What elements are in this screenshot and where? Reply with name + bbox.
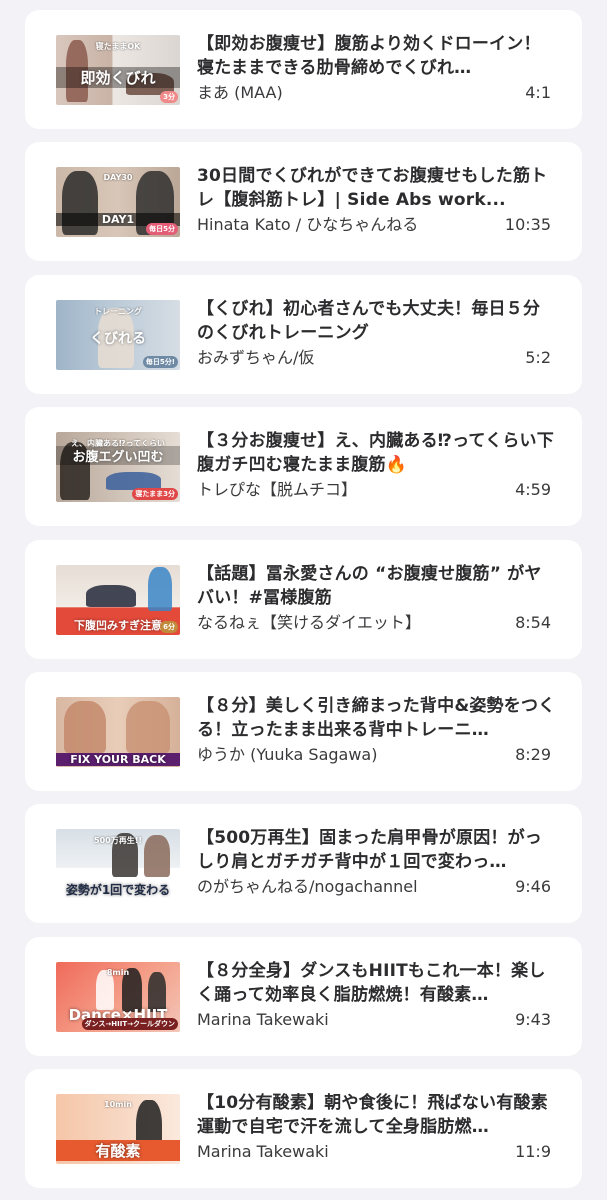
thumbnail-subcaption: 寝たままOK: [95, 42, 141, 51]
thumbnail-subcaption: DAY30: [103, 173, 133, 182]
video-thumbnail[interactable]: トレーニングくびれる毎日5分!: [56, 300, 180, 370]
thumbnail-subcaption: 8min: [106, 968, 130, 977]
video-duration: 9:43: [515, 1010, 551, 1029]
video-thumbnail[interactable]: DAY30 DAY1 毎日5分: [56, 167, 180, 237]
video-duration: 9:46: [515, 877, 551, 896]
thumbnail-subcaption: 10min: [104, 1100, 132, 1109]
video-title[interactable]: 30日間でくびれができてお腹痩せもした筋トレ【腹斜筋トレ】| Side Abs …: [197, 164, 557, 212]
video-title[interactable]: 【即効お腹痩せ】腹筋より効くドローイン！寝たままできる肋骨締めでくびれ…: [197, 32, 557, 80]
thumbnail-badge: 6分: [160, 621, 178, 633]
video-duration: 4:59: [515, 480, 551, 499]
video-card[interactable]: 10min 有酸素 【10分有酸素】朝や食後に！飛ばない有酸素運動で自宅で汗を流して…: [25, 1069, 582, 1188]
video-title[interactable]: 【10分有酸素】朝や食後に！飛ばない有酸素運動で自宅で汗を流して全身脂肪燃…: [197, 1091, 557, 1139]
video-duration: 10:35: [504, 215, 551, 234]
video-title[interactable]: 【500万再生】固まった肩甲骨が原因！がっしり肩とガチガチ背中が１回で変わっ…: [197, 826, 557, 874]
video-card[interactable]: 下腹凹みすぎ注意 6分 【話題】冨永愛さんの “お腹痩せ腹筋” がヤバい！#冨様腹筋…: [25, 540, 582, 659]
channel-name: トレぴな【脱ムチコ】: [197, 480, 358, 499]
thumbnail-caption: 姿勢が1回で変わる: [65, 883, 171, 897]
channel-name: なるねぇ【笑けるダイエット】: [197, 613, 421, 632]
video-title[interactable]: 【８分全身】ダンスもHIITもこれ一本！楽しく踊って効率良く脂肪燃焼！有酸素…: [197, 959, 557, 1007]
thumbnail-caption: くびれる: [90, 331, 146, 347]
thumbnail-subcaption: トレーニング: [94, 307, 142, 316]
video-thumbnail[interactable]: え、内臓ある⁉ってくらい お腹エグい凹む 寝たまま3分: [56, 432, 180, 502]
video-thumbnail[interactable]: 寝たままOK 即効くびれ 3分: [56, 35, 180, 105]
video-duration: 11:9: [515, 1142, 551, 1161]
video-thumbnail[interactable]: 8min Dance×HIIT ダンス→HIIT→クールダウン: [56, 962, 180, 1032]
video-duration: 4:1: [525, 83, 551, 102]
thumbnail-badge: 毎日5分!: [142, 356, 178, 368]
video-title[interactable]: 【話題】冨永愛さんの “お腹痩せ腹筋” がヤバい！#冨様腹筋: [197, 562, 557, 610]
video-thumbnail[interactable]: 10min 有酸素: [56, 1094, 180, 1164]
video-card[interactable]: FIX YOUR BACK 【８分】美しく引き締まった背中&姿勢をつくる！立ったま…: [25, 672, 582, 791]
channel-name: ゆうか (Yuuka Sagawa): [197, 745, 378, 764]
thumbnail-caption: 即効くびれ: [56, 67, 180, 88]
video-duration: 5:2: [525, 348, 551, 367]
thumbnail-caption: 有酸素: [56, 1140, 180, 1161]
video-thumbnail[interactable]: 500万再生!! 姿勢が1回で変わる: [56, 829, 180, 899]
thumbnail-badge: 寝たまま3分: [132, 488, 178, 500]
video-card[interactable]: DAY30 DAY1 毎日5分 30日間でくびれができてお腹痩せもした筋トレ【腹斜筋ト…: [25, 142, 582, 261]
video-thumbnail[interactable]: FIX YOUR BACK: [56, 697, 180, 767]
video-card[interactable]: え、内臓ある⁉ってくらい お腹エグい凹む 寝たまま3分 【３分お腹痩せ】え、内臓ある⁉…: [25, 407, 582, 526]
thumbnail-subcaption: 500万再生!!: [94, 836, 142, 845]
thumbnail-badge: 毎日5分: [146, 223, 178, 235]
video-card[interactable]: トレーニングくびれる毎日5分! 【くびれ】初心者さんでも大丈夫！毎日５分のくびれト…: [25, 275, 582, 394]
video-card[interactable]: 寝たままOK 即効くびれ 3分 【即効お腹痩せ】腹筋より効くドローイン！寝たままできる…: [25, 10, 582, 129]
thumbnail-caption: FIX YOUR BACK: [56, 753, 180, 766]
thumbnail-badge: 3分: [160, 91, 178, 103]
thumbnail-badge: ダンス→HIIT→クールダウン: [81, 1018, 178, 1030]
thumbnail-figure: [126, 701, 170, 753]
video-list: 寝たままOK 即効くびれ 3分 【即効お腹痩せ】腹筋より効くドローイン！寝たままできる…: [0, 0, 607, 1200]
thumbnail-caption: お腹エグい凹む: [56, 446, 180, 465]
video-title[interactable]: 【くびれ】初心者さんでも大丈夫！毎日５分のくびれトレーニング: [197, 297, 557, 345]
video-title[interactable]: 【８分】美しく引き締まった背中&姿勢をつくる！立ったまま出来る背中トレーニ…: [197, 694, 557, 742]
video-thumbnail[interactable]: 下腹凹みすぎ注意 6分: [56, 565, 180, 635]
channel-name: Marina Takewaki: [197, 1142, 329, 1161]
video-duration: 8:54: [515, 613, 551, 632]
channel-name: Marina Takewaki: [197, 1010, 329, 1029]
channel-name: Hinata Kato / ひなちゃんねる: [197, 215, 419, 234]
thumbnail-figure: [86, 585, 136, 607]
video-duration: 8:29: [515, 745, 551, 764]
thumbnail-figure: [64, 701, 106, 753]
video-title[interactable]: 【３分お腹痩せ】え、内臓ある⁉ってくらい下腹ガチ凹む寝たまま腹筋🔥: [197, 429, 557, 477]
thumbnail-figure: [148, 567, 172, 611]
channel-name: まあ (MAA): [197, 83, 283, 102]
video-card[interactable]: 8min Dance×HIIT ダンス→HIIT→クールダウン 【８分全身】ダンスもH…: [25, 937, 582, 1056]
channel-name: のがちゃんねる/nogachannel: [197, 877, 418, 896]
video-card[interactable]: 500万再生!! 姿勢が1回で変わる 【500万再生】固まった肩甲骨が原因！がっしり…: [25, 804, 582, 923]
channel-name: おみずちゃん/仮: [197, 348, 315, 367]
